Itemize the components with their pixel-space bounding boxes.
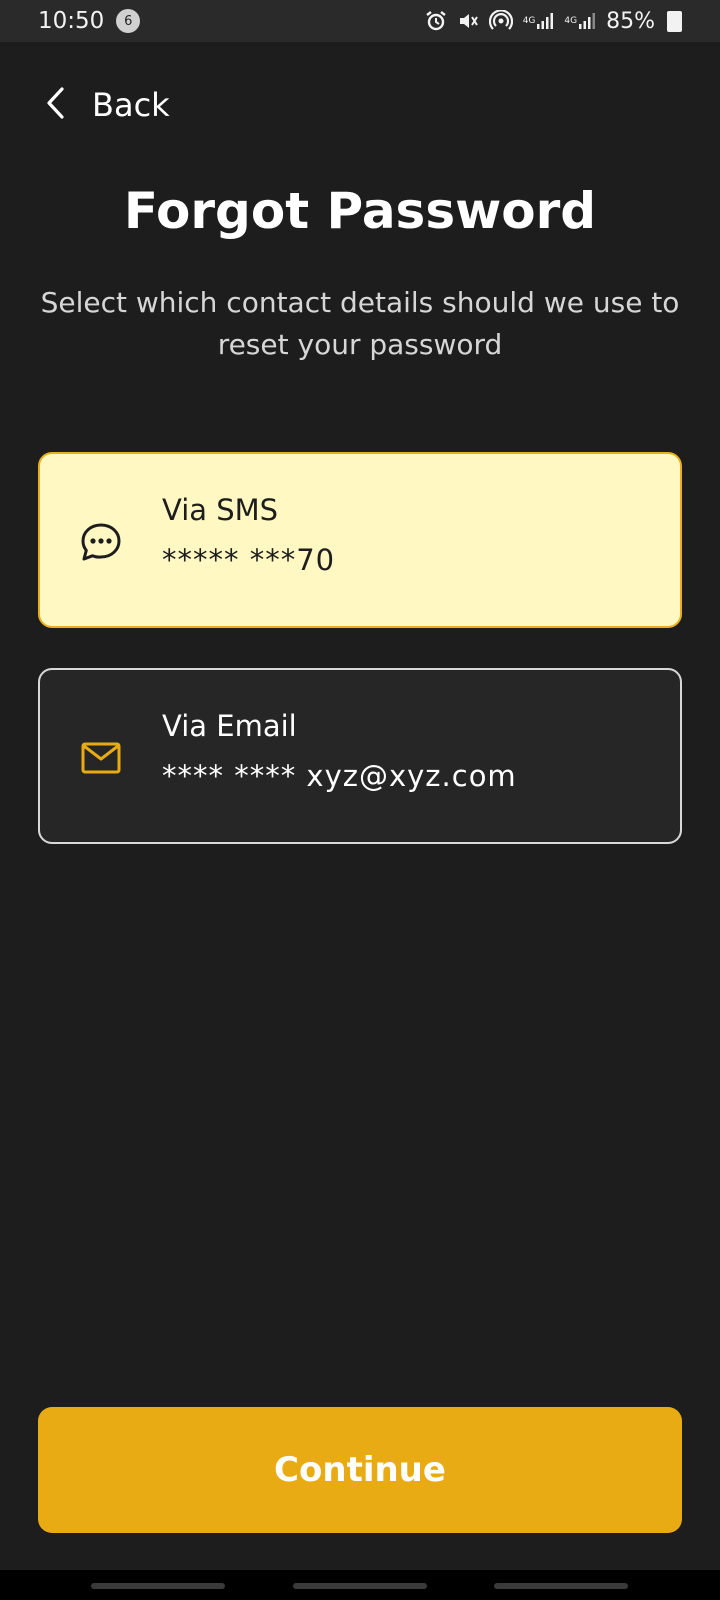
navigation-bar (0, 1570, 720, 1600)
hotspot-icon (488, 10, 513, 32)
option-email-label: Via Email (162, 709, 297, 743)
option-sms[interactable]: Via SMS ***** ***70 (38, 452, 682, 628)
continue-button[interactable]: Continue (38, 1407, 682, 1533)
page-title: Forgot Password (123, 182, 597, 240)
battery-percent: 85% (606, 8, 655, 34)
page-subtitle: Select which contact details should we u… (40, 286, 680, 361)
mute-icon (457, 10, 479, 32)
status-time: 10:50 (38, 8, 105, 34)
back-label: Back (92, 86, 170, 124)
signal-1-icon: 4G (523, 12, 555, 30)
alarm-icon (425, 10, 447, 32)
chevron-left-icon (44, 86, 66, 124)
status-bar: 10:50 6 4G 4G 85% (0, 0, 720, 42)
nav-back-button[interactable] (494, 1583, 628, 1589)
signal-2-icon: 4G (564, 12, 596, 30)
network-type-2: 4G (564, 15, 578, 26)
battery-icon (667, 10, 682, 32)
back-button[interactable]: Back (44, 86, 170, 124)
status-right: 4G 4G 85% (425, 9, 682, 34)
mail-icon (80, 738, 122, 778)
notification-count-badge: 6 (116, 9, 141, 33)
option-email[interactable]: Via Email **** **** xyz@xyz.com (38, 668, 682, 844)
option-email-text: Via Email **** **** xyz@xyz.com (162, 708, 517, 794)
status-left: 10:50 6 (38, 8, 141, 34)
nav-recents-button[interactable] (91, 1583, 225, 1589)
option-sms-label: Via SMS (162, 493, 279, 527)
network-type-1: 4G (522, 15, 536, 26)
option-sms-value: ***** ***70 (162, 543, 336, 577)
nav-home-button[interactable] (293, 1583, 427, 1589)
option-email-value: **** **** xyz@xyz.com (162, 759, 517, 793)
option-sms-text: Via SMS ***** ***70 (162, 492, 335, 578)
chat-bubble-icon (80, 522, 122, 562)
